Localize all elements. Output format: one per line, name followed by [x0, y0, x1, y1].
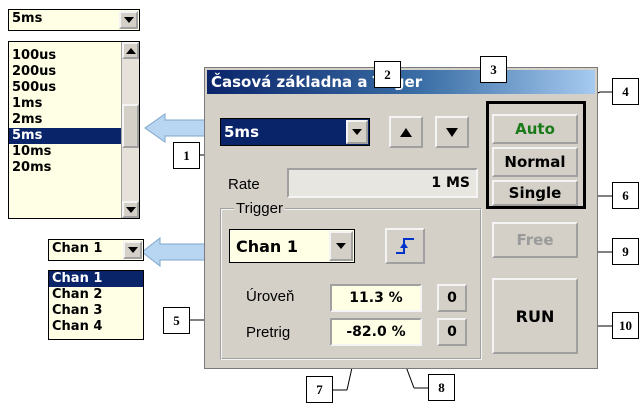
timebase-combo-button[interactable] [346, 120, 368, 144]
scroll-up-icon [125, 47, 136, 54]
pretrig-label: Pretrig [246, 324, 291, 341]
pretrig-reset-button[interactable]: 0 [437, 318, 467, 346]
trigger-slope-button[interactable] [385, 228, 425, 264]
callout-6: 6 [612, 182, 639, 209]
channel-option-selected[interactable]: Chan 1 [49, 271, 143, 287]
channel-options-list[interactable]: Chan 1 Chan 2 Chan 3 Chan 4 [48, 270, 144, 340]
channel-dropdown-button[interactable] [123, 241, 142, 259]
timebase-options-list[interactable]: 100us 200us 500us 1ms 2ms 5ms 10ms 20ms [8, 41, 140, 219]
channel-dropdown-closed[interactable]: Chan 1 [48, 239, 144, 261]
mode-single-button[interactable]: Single [492, 180, 578, 206]
timebase-option[interactable]: 200us [9, 64, 139, 80]
free-button[interactable]: Free [492, 222, 578, 258]
scroll-thumb[interactable] [122, 104, 139, 148]
callout-2: 2 [374, 61, 401, 88]
timebase-dropdown-button[interactable] [119, 11, 138, 29]
chevron-down-icon [127, 247, 138, 253]
callout-5: 5 [163, 307, 190, 334]
timebase-option[interactable]: 10ms [9, 144, 139, 160]
chevron-down-icon [352, 129, 362, 135]
level-reset-label: 0 [447, 290, 457, 306]
rate-value: 1 MS [431, 175, 470, 191]
timebase-option[interactable]: 100us [9, 48, 139, 64]
channel-dropdown-value: Chan 1 [52, 241, 103, 256]
mode-normal-label: Normal [504, 153, 566, 171]
mode-normal-button[interactable]: Normal [492, 147, 578, 177]
timebase-option[interactable]: 500us [9, 80, 139, 96]
timebase-scrollbar[interactable] [121, 42, 139, 218]
level-label: Úroveň [246, 288, 295, 305]
trigger-channel-button[interactable] [329, 231, 353, 261]
scroll-down-icon [125, 206, 136, 213]
run-label: RUN [515, 306, 555, 326]
level-value: 11.3 % [349, 290, 403, 306]
scroll-up-button[interactable] [122, 42, 139, 59]
pretrig-value: -82.0 % [346, 324, 406, 340]
channel-option[interactable]: Chan 2 [49, 287, 143, 303]
rate-display: 1 MS [287, 168, 478, 198]
level-field[interactable]: 11.3 % [330, 284, 422, 312]
chevron-down-icon [336, 243, 346, 249]
callout-4: 4 [612, 78, 639, 105]
pretrig-field[interactable]: -82.0 % [330, 318, 422, 346]
timebase-expand-arrow [144, 113, 211, 143]
timebase-option[interactable]: 1ms [9, 96, 139, 112]
timebase-combo-value: 5ms [224, 123, 259, 141]
pretrig-reset-label: 0 [447, 324, 457, 340]
rate-label: Rate [228, 176, 260, 193]
callout-10: 10 [612, 312, 639, 339]
timebase-down-button[interactable] [435, 116, 469, 148]
timebase-dropdown-closed[interactable]: 5ms [8, 9, 140, 31]
callout-1: 1 [173, 142, 200, 169]
callout-3: 3 [480, 56, 507, 83]
level-reset-button[interactable]: 0 [437, 284, 467, 312]
free-label: Free [516, 231, 554, 249]
trigger-channel-value: Chan 1 [236, 237, 299, 256]
scroll-down-button[interactable] [122, 201, 139, 218]
callout-9: 9 [612, 238, 639, 265]
timebase-combo[interactable]: 5ms [220, 118, 370, 146]
chevron-down-icon [123, 17, 134, 23]
rising-edge-trigger-icon [396, 238, 414, 254]
up-arrow-icon [400, 127, 412, 137]
channel-option[interactable]: Chan 3 [49, 303, 143, 319]
callout-8: 8 [428, 374, 455, 401]
timebase-option[interactable]: 2ms [9, 112, 139, 128]
timebase-option-selected[interactable]: 5ms [9, 128, 121, 144]
mode-single-label: Single [508, 184, 562, 202]
mode-auto-button[interactable]: Auto [492, 114, 578, 144]
timebase-option[interactable]: 20ms [9, 160, 139, 176]
callout-7: 7 [306, 376, 333, 403]
trigger-group-label: Trigger [234, 200, 285, 217]
timebase-dropdown-value: 5ms [12, 11, 43, 26]
panel-titlebar: Časová základna a Triger [207, 70, 595, 94]
channel-option[interactable]: Chan 4 [49, 319, 143, 335]
run-button[interactable]: RUN [492, 278, 578, 354]
trigger-channel-combo[interactable]: Chan 1 [229, 229, 355, 263]
mode-auto-label: Auto [515, 120, 555, 138]
down-arrow-icon [446, 127, 458, 137]
timebase-up-button[interactable] [389, 116, 423, 148]
